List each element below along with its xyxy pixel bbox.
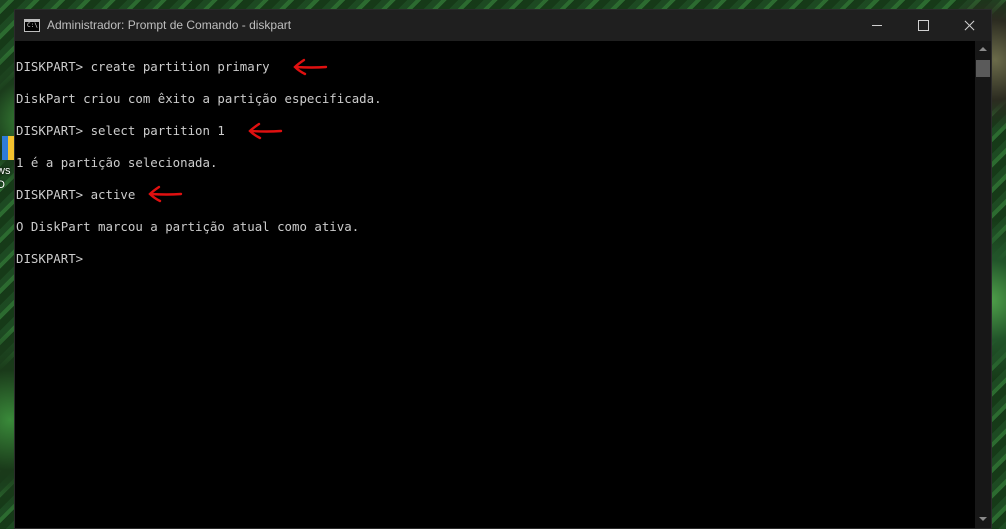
arrow-left-icon (248, 122, 283, 140)
console-line-command-create: DISKPART> create partition primary (16, 59, 270, 74)
console-line-command-select: DISKPART> select partition 1 (16, 123, 225, 138)
console-line-result-create: DiskPart criou com êxito a partição espe… (16, 91, 382, 106)
console-output[interactable]: DISKPART> create partition primary DiskP… (15, 41, 975, 528)
maximize-button[interactable] (900, 10, 946, 41)
console-line-prompt: DISKPART> (16, 251, 84, 266)
scrollbar-thumb[interactable] (976, 60, 990, 77)
arrow-left-icon (293, 58, 328, 76)
cmd-icon-text: C:\ (27, 22, 38, 29)
scroll-down-arrow-icon[interactable] (975, 511, 991, 528)
minimize-button[interactable] (854, 10, 900, 41)
console-line-result-select: 1 é a partição selecionada. (16, 155, 218, 170)
cmd-icon[interactable]: C:\ (24, 19, 40, 32)
desktop-shortcut-label: ws D (0, 165, 11, 191)
scroll-up-arrow-icon[interactable] (975, 41, 991, 58)
command-prompt-window: C:\ Administrador: Prompt de Comando - d… (14, 9, 992, 529)
console-line-command-active: DISKPART> active (16, 187, 136, 202)
close-button[interactable] (946, 10, 992, 41)
title-bar[interactable]: C:\ Administrador: Prompt de Comando - d… (15, 10, 991, 41)
desktop-shortcut[interactable]: ws D (0, 134, 14, 194)
shortcut-icon (2, 136, 14, 160)
console-line-result-active: O DiskPart marcou a partição atual como … (16, 219, 360, 234)
vertical-scrollbar[interactable] (975, 41, 991, 528)
arrow-left-icon (148, 185, 183, 203)
window-title: Administrador: Prompt de Comando - diskp… (47, 18, 292, 32)
